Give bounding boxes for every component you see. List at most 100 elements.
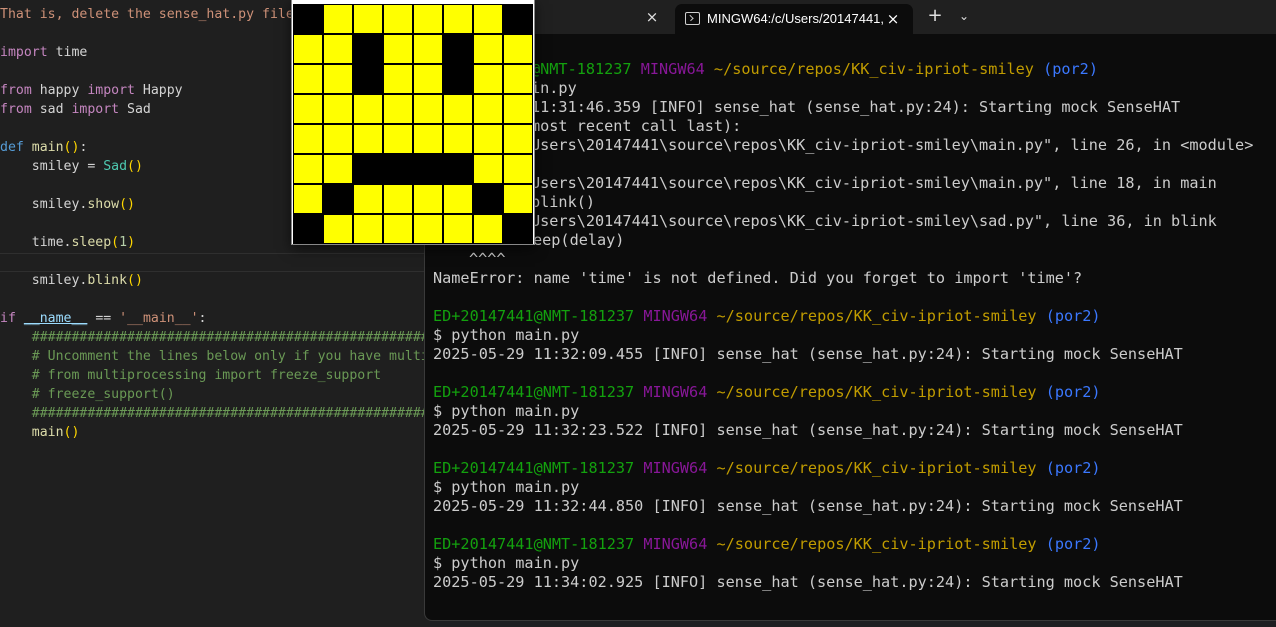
led-pixel bbox=[413, 64, 443, 94]
led-pixel bbox=[323, 184, 353, 214]
chevron-down-icon[interactable]: ⌄ bbox=[955, 6, 973, 26]
led-pixel bbox=[353, 124, 383, 154]
led-pixel bbox=[353, 154, 383, 184]
led-pixel bbox=[353, 34, 383, 64]
terminal-prompt: ED+20147441@NMT-181237 MINGW64 ~/source/… bbox=[433, 383, 1101, 401]
tab-title: MINGW64:/c/Users/20147441, bbox=[707, 11, 885, 26]
led-pixel bbox=[293, 64, 323, 94]
led-pixel bbox=[383, 94, 413, 124]
led-pixel bbox=[323, 34, 353, 64]
terminal-command: $ python main.py bbox=[433, 478, 580, 496]
led-pixel bbox=[413, 154, 443, 184]
terminal-prompt: ED+20147441@NMT-181237 MINGW64 ~/source/… bbox=[433, 535, 1101, 553]
close-icon[interactable]: × bbox=[643, 8, 661, 26]
terminal-icon bbox=[685, 12, 700, 25]
led-pixel bbox=[443, 94, 473, 124]
code-line-comment-freeze-import: # from multiprocessing import freeze_sup… bbox=[0, 368, 382, 383]
led-pixel bbox=[383, 154, 413, 184]
led-pixel bbox=[503, 184, 533, 214]
code-line-smiley-blink: smiley.blink() bbox=[0, 273, 143, 288]
led-pixel bbox=[323, 214, 353, 244]
terminal-command: $ python main.py bbox=[433, 402, 580, 420]
terminal-command: $ python main.py bbox=[433, 554, 580, 572]
led-pixel bbox=[473, 34, 503, 64]
led-pixel bbox=[503, 34, 533, 64]
code-line-comment: That is, delete the sense_hat.py file bbox=[0, 7, 294, 22]
code-line-smiley-assign: smiley = Sad() bbox=[0, 159, 143, 174]
led-pixel bbox=[353, 94, 383, 124]
new-tab-button[interactable]: + bbox=[925, 6, 945, 26]
sense-hat-led-window[interactable] bbox=[291, 0, 535, 245]
terminal-line: most recent call last): bbox=[531, 117, 742, 135]
led-pixel bbox=[293, 214, 323, 244]
terminal-line: 2025-05-29 11:32:23.522 [INFO] sense_hat… bbox=[433, 421, 1183, 439]
close-icon[interactable]: × bbox=[884, 10, 902, 28]
led-pixel bbox=[473, 214, 503, 244]
terminal-line: 2025-05-29 11:32:09.455 [INFO] sense_hat… bbox=[433, 345, 1183, 363]
led-pixel bbox=[353, 214, 383, 244]
led-pixel bbox=[503, 94, 533, 124]
led-pixel bbox=[473, 184, 503, 214]
led-pixel bbox=[383, 4, 413, 34]
led-pixel bbox=[503, 154, 533, 184]
led-pixel bbox=[473, 124, 503, 154]
led-pixel bbox=[443, 184, 473, 214]
led-pixel bbox=[413, 34, 443, 64]
led-pixel bbox=[413, 214, 443, 244]
led-pixel bbox=[503, 64, 533, 94]
led-pixel bbox=[323, 124, 353, 154]
led-pixel bbox=[323, 94, 353, 124]
led-pixel bbox=[413, 4, 443, 34]
led-pixel bbox=[413, 124, 443, 154]
terminal-line: 2025-05-29 11:32:44.850 [INFO] sense_hat… bbox=[433, 497, 1183, 515]
led-pixel bbox=[473, 4, 503, 34]
code-line-smiley-show: smiley.show() bbox=[0, 197, 135, 212]
code-line-hash-2: ########################################… bbox=[0, 406, 430, 421]
led-pixel bbox=[443, 124, 473, 154]
current-line-highlight bbox=[0, 253, 430, 272]
terminal-error-line: NameError: name 'time' is not defined. D… bbox=[433, 269, 1083, 287]
terminal-prompt: ED+20147441@NMT-181237 MINGW64 ~/source/… bbox=[433, 459, 1101, 477]
led-pixel bbox=[383, 214, 413, 244]
led-pixel bbox=[323, 4, 353, 34]
led-pixel bbox=[413, 184, 443, 214]
led-pixel bbox=[443, 214, 473, 244]
code-line-def-main: def main(): bbox=[0, 140, 88, 155]
code-line-time-sleep: time.sleep(1) bbox=[0, 235, 136, 250]
led-pixel bbox=[443, 154, 473, 184]
led-pixel bbox=[383, 64, 413, 94]
led-pixel bbox=[443, 4, 473, 34]
terminal-line: in.py bbox=[531, 79, 577, 97]
terminal-line: 2025-05-29 11:34:02.925 [INFO] sense_hat… bbox=[433, 573, 1183, 591]
terminal-line: blink() bbox=[531, 193, 596, 211]
led-pixel bbox=[293, 184, 323, 214]
terminal-prompt: ED+20147441@NMT-181237 MINGW64 ~/source/… bbox=[433, 307, 1101, 325]
code-line-if-main: if __name__ == '__main__': bbox=[0, 311, 207, 326]
led-matrix bbox=[293, 4, 533, 244]
terminal-window[interactable]: × MINGW64:/c/Users/20147441, × + ⌄ @NMT-… bbox=[424, 0, 1276, 621]
terminal-command: $ python main.py bbox=[433, 326, 580, 344]
led-pixel bbox=[293, 94, 323, 124]
terminal-line: ^^^^ bbox=[469, 250, 506, 268]
led-pixel bbox=[383, 184, 413, 214]
code-line-import-happy: from happy import Happy bbox=[0, 83, 183, 98]
terminal-line: Users\20147441\source\repos\KK_civ-iprio… bbox=[531, 136, 1254, 154]
code-line-main-call: main() bbox=[0, 425, 80, 440]
terminal-line: Users\20147441\source\repos\KK_civ-iprio… bbox=[531, 212, 1217, 230]
led-pixel bbox=[353, 4, 383, 34]
led-pixel bbox=[383, 124, 413, 154]
terminal-line: 11:31:46.359 [INFO] sense_hat (sense_hat… bbox=[531, 98, 1181, 116]
code-line-import-time: import time bbox=[0, 45, 88, 60]
led-pixel bbox=[473, 94, 503, 124]
led-pixel bbox=[443, 34, 473, 64]
led-pixel bbox=[353, 184, 383, 214]
code-line-hash: ########################################… bbox=[0, 330, 430, 345]
terminal-line: @NMT-181237 MINGW64 ~/source/repos/KK_ci… bbox=[531, 60, 1098, 78]
led-pixel bbox=[293, 34, 323, 64]
led-pixel bbox=[383, 34, 413, 64]
led-pixel bbox=[503, 124, 533, 154]
led-pixel bbox=[323, 154, 353, 184]
tab-mingw64[interactable]: MINGW64:/c/Users/20147441, × bbox=[675, 4, 913, 34]
code-line-comment-freeze-call: # freeze_support() bbox=[0, 387, 175, 402]
led-pixel bbox=[473, 64, 503, 94]
